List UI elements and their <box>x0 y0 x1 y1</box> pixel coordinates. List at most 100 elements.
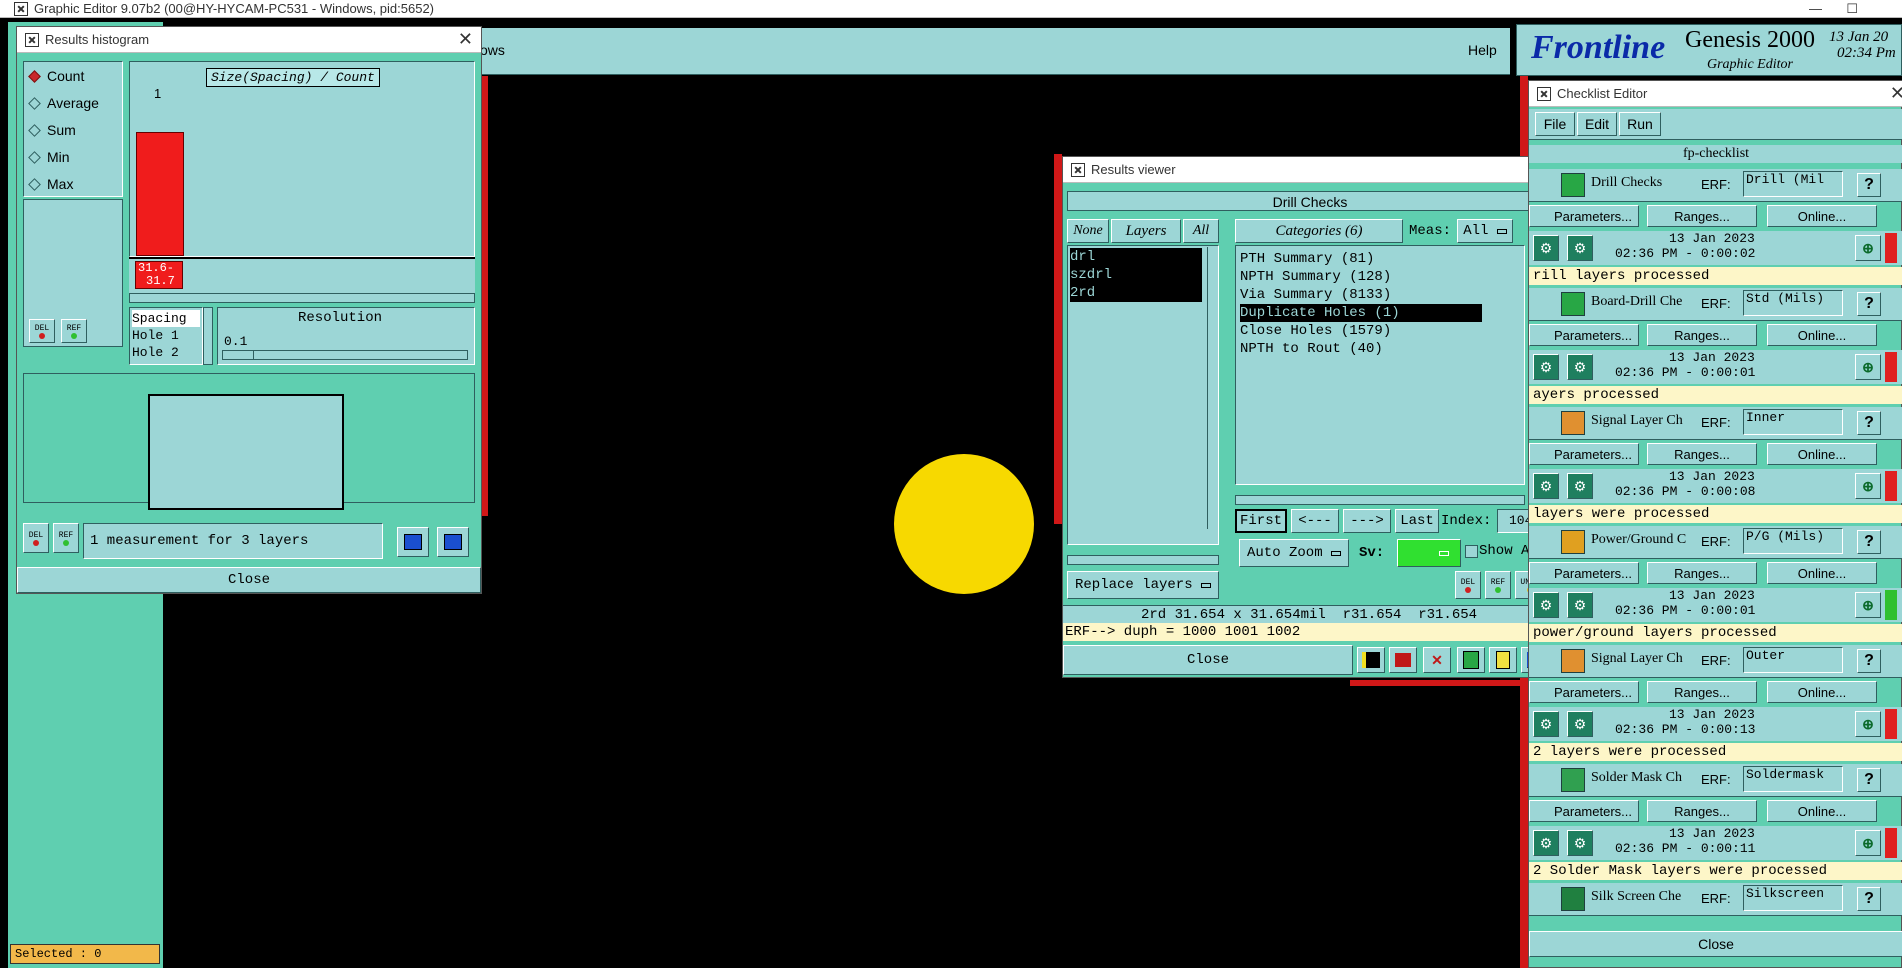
histogram-del-button[interactable]: DEL <box>29 319 55 343</box>
layers-none-button[interactable]: None <box>1067 219 1109 243</box>
erf-field[interactable]: Drill (Mil <box>1743 171 1843 197</box>
ranges-button[interactable]: Ranges... <box>1647 681 1757 703</box>
check-name[interactable]: Board-Drill Che <box>1591 294 1701 310</box>
replace-layers-select[interactable]: Replace layers <box>1067 571 1219 599</box>
histogram-chart-button-2[interactable] <box>437 527 469 557</box>
erf-field[interactable]: Outer <box>1743 647 1843 673</box>
layers-all-button[interactable]: All <box>1183 219 1219 243</box>
resolution-slider[interactable] <box>222 350 468 360</box>
attribute-item[interactable]: Spacing <box>132 310 200 327</box>
bin-label[interactable]: 31.6- 31.7 <box>135 261 183 289</box>
zoom-icon[interactable]: ⊕ <box>1855 235 1881 261</box>
mode-sum[interactable]: Sum <box>28 122 122 149</box>
help-button[interactable]: ? <box>1857 173 1881 197</box>
checklist-close-button[interactable]: Close <box>1529 931 1902 957</box>
category-item[interactable]: Via Summary (8133) <box>1240 286 1520 304</box>
ranges-button[interactable]: Ranges... <box>1647 562 1757 584</box>
report-tool-icon[interactable] <box>1489 647 1517 673</box>
clear-tool-icon[interactable]: ✕ <box>1423 647 1451 673</box>
run-icon[interactable]: ⚙ <box>1567 473 1593 499</box>
menu-file[interactable]: File <box>1535 112 1575 136</box>
zoom-icon[interactable]: ⊕ <box>1855 711 1881 737</box>
maximize-icon[interactable]: ☐ <box>1846 1 1858 17</box>
layers-hscrollbar[interactable] <box>1067 555 1219 565</box>
parameters-button[interactable]: Parameters... <box>1529 800 1639 822</box>
next-button[interactable]: ---> <box>1343 509 1391 533</box>
attribute-item[interactable]: Hole 1 <box>132 327 200 344</box>
parameters-button[interactable]: Parameters... <box>1529 443 1639 465</box>
mode-min[interactable]: Min <box>28 149 122 176</box>
run-icon[interactable]: ⚙ <box>1533 592 1559 618</box>
layers-tool-icon[interactable] <box>1457 647 1485 673</box>
attribute-scrollbar[interactable] <box>203 307 213 365</box>
category-item[interactable]: NPTH to Rout (40) <box>1240 340 1520 358</box>
help-button[interactable]: ? <box>1857 530 1881 554</box>
highlight-tool-icon[interactable] <box>1389 647 1417 673</box>
zoom-icon[interactable]: ⊕ <box>1855 473 1881 499</box>
measure-del-button[interactable]: DEL <box>23 523 49 553</box>
erf-field[interactable]: Silkscreen <box>1743 885 1843 911</box>
check-action-icon[interactable] <box>1561 768 1585 792</box>
last-button[interactable]: Last <box>1395 509 1439 533</box>
parameters-button[interactable]: Parameters... <box>1529 681 1639 703</box>
check-action-icon[interactable] <box>1561 292 1585 316</box>
check-action-icon[interactable] <box>1561 887 1585 911</box>
layer-item[interactable]: drl <box>1070 248 1202 266</box>
histogram-hscrollbar[interactable] <box>129 293 475 303</box>
erf-field[interactable]: P/G (Mils) <box>1743 528 1843 554</box>
online-button[interactable]: Online... <box>1767 562 1877 584</box>
minimize-icon[interactable]: — <box>1809 1 1822 16</box>
help-button[interactable]: ? <box>1857 887 1881 911</box>
check-action-icon[interactable] <box>1561 173 1585 197</box>
viewer-del-button[interactable]: DEL <box>1455 571 1481 599</box>
help-button[interactable]: ? <box>1857 768 1881 792</box>
check-action-icon[interactable] <box>1561 649 1585 673</box>
zoom-icon[interactable]: ⊕ <box>1855 354 1881 380</box>
ranges-button[interactable]: Ranges... <box>1647 443 1757 465</box>
check-name[interactable]: Signal Layer Ch <box>1591 651 1701 667</box>
prev-button[interactable]: <--- <box>1291 509 1339 533</box>
categories-header-button[interactable]: Categories (6) <box>1235 219 1403 243</box>
run-icon[interactable]: ⚙ <box>1567 354 1593 380</box>
erf-field[interactable]: Std (Mils) <box>1743 290 1843 316</box>
online-button[interactable]: Online... <box>1767 205 1877 227</box>
category-item[interactable]: PTH Summary (81) <box>1240 250 1520 268</box>
help-menu[interactable]: Help <box>1468 42 1497 58</box>
close-icon[interactable]: ✕ <box>458 29 473 50</box>
category-item[interactable]: Close Holes (1579) <box>1240 322 1520 340</box>
run-icon[interactable]: ⚙ <box>1567 711 1593 737</box>
measure-ref-button[interactable]: REF <box>53 523 79 553</box>
preview-board[interactable] <box>148 394 344 510</box>
measure-tool-icon[interactable] <box>1357 647 1385 673</box>
parameters-button[interactable]: Parameters... <box>1529 562 1639 584</box>
menu-run[interactable]: Run <box>1619 112 1661 136</box>
category-item[interactable]: Duplicate Holes (1) <box>1240 304 1482 322</box>
run-icon[interactable]: ⚙ <box>1533 473 1559 499</box>
menu-edit[interactable]: Edit <box>1577 112 1617 136</box>
show-all-checkbox[interactable] <box>1465 545 1478 558</box>
ranges-button[interactable]: Ranges... <box>1647 324 1757 346</box>
check-name[interactable]: Signal Layer Ch <box>1591 413 1701 429</box>
meas-select[interactable]: All <box>1457 219 1513 243</box>
close-icon[interactable]: ✕ <box>1890 83 1902 104</box>
check-name[interactable]: Silk Screen Che <box>1591 889 1701 905</box>
parameters-button[interactable]: Parameters... <box>1529 205 1639 227</box>
run-icon[interactable]: ⚙ <box>1533 235 1559 261</box>
online-button[interactable]: Online... <box>1767 681 1877 703</box>
histogram-ref-button[interactable]: REF <box>61 319 87 343</box>
zoom-icon[interactable]: ⊕ <box>1855 830 1881 856</box>
mode-average[interactable]: Average <box>28 95 122 122</box>
mode-count[interactable]: Count <box>28 68 122 95</box>
run-icon[interactable]: ⚙ <box>1533 711 1559 737</box>
check-name[interactable]: Power/Ground C <box>1591 532 1701 548</box>
online-button[interactable]: Online... <box>1767 800 1877 822</box>
ranges-button[interactable]: Ranges... <box>1647 205 1757 227</box>
run-icon[interactable]: ⚙ <box>1567 235 1593 261</box>
layers-button[interactable]: Layers <box>1111 219 1181 243</box>
histogram-close-button[interactable]: Close <box>17 567 481 593</box>
online-button[interactable]: Online... <box>1767 443 1877 465</box>
attribute-item[interactable]: Hole 2 <box>132 344 200 361</box>
help-button[interactable]: ? <box>1857 292 1881 316</box>
layer-item[interactable]: 2rd <box>1070 284 1202 302</box>
check-name[interactable]: Drill Checks <box>1591 175 1701 191</box>
